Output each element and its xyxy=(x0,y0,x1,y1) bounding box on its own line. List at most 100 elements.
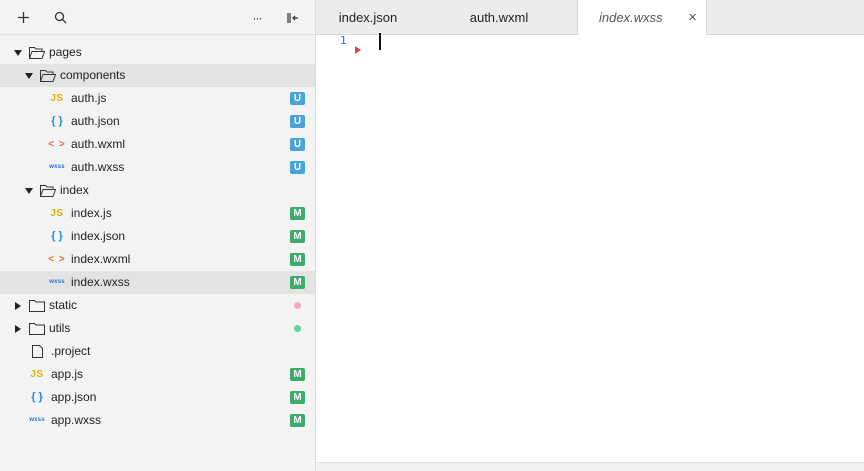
wxss-file-icon: wxss xyxy=(27,409,47,432)
tree-item-label: index.wxml xyxy=(71,252,131,266)
editor-pane: index.json auth.wxml index.wxss × 1 xyxy=(316,0,864,471)
folder-icon xyxy=(29,317,45,340)
tree-folder-static[interactable]: static xyxy=(0,294,315,317)
tree-item-label: index.wxss xyxy=(71,275,130,289)
wxss-icon-text: wxss xyxy=(29,417,45,423)
tree-item-label: pages xyxy=(49,45,82,59)
wxml-file-icon: < > xyxy=(47,133,67,156)
tree-item-label: auth.wxss xyxy=(71,160,125,174)
collapse-all-icon[interactable] xyxy=(281,0,305,35)
tree-item-label: auth.js xyxy=(71,91,107,105)
git-status-badge: M xyxy=(290,207,305,220)
tree-file-index-wxss[interactable]: wxss index.wxss M xyxy=(0,271,315,294)
editor-tab-bar: index.json auth.wxml index.wxss × xyxy=(316,0,864,35)
tree-file--project[interactable]: .project xyxy=(0,340,315,363)
caret-down-icon[interactable] xyxy=(24,186,34,196)
tree-item-label: index xyxy=(60,183,89,197)
js-icon-text: JS xyxy=(30,369,44,380)
tree-item-label: components xyxy=(60,68,126,82)
git-status-badge: M xyxy=(290,414,305,427)
tree-file-index-json[interactable]: { } index.json M xyxy=(0,225,315,248)
tab-label: auth.wxml xyxy=(469,10,529,25)
tree-folder-pages[interactable]: pages xyxy=(0,41,315,64)
more-button[interactable]: ··· xyxy=(245,0,269,35)
wxss-file-icon: wxss xyxy=(47,271,67,294)
tree-file-app-js[interactable]: JS app.js M xyxy=(0,363,315,386)
close-icon[interactable]: × xyxy=(688,0,697,36)
tree-item-label: auth.json xyxy=(71,114,120,128)
tree-file-app-wxss[interactable]: wxss app.wxss M xyxy=(0,409,315,432)
search-icon[interactable] xyxy=(48,0,72,35)
tab-index-json[interactable]: index.json xyxy=(316,0,420,34)
tree-folder-utils[interactable]: utils xyxy=(0,317,315,340)
status-dot xyxy=(294,325,301,332)
git-status-badge: U xyxy=(290,138,305,151)
file-explorer-sidebar: ··· pages components JS auth.js U { } auth.jso… xyxy=(0,0,316,471)
git-status-badge: M xyxy=(290,230,305,243)
wxss-file-icon: wxss xyxy=(47,156,67,179)
git-status-badge: U xyxy=(290,92,305,105)
tree-folder-components[interactable]: components xyxy=(0,64,315,87)
fold-marker-icon xyxy=(355,46,361,54)
tab-label: index.wxss xyxy=(599,10,663,25)
tree-item-label: app.wxss xyxy=(51,413,102,427)
file-icon xyxy=(27,340,47,363)
json-file-icon: { } xyxy=(47,110,67,133)
tree-folder-index[interactable]: index xyxy=(0,179,315,202)
folder-open-icon xyxy=(40,179,56,202)
json-file-icon: { } xyxy=(27,386,47,409)
tab-label: index.json xyxy=(338,10,398,25)
tree-file-auth-wxss[interactable]: wxss auth.wxss U xyxy=(0,156,315,179)
tree-file-auth-js[interactable]: JS auth.js U xyxy=(0,87,315,110)
tree-item-label: .project xyxy=(51,344,91,358)
git-status-badge: U xyxy=(290,115,305,128)
tree-item-label: static xyxy=(49,298,78,312)
explorer-toolbar: ··· xyxy=(0,0,315,35)
text-cursor[interactable] xyxy=(379,33,381,50)
git-status-badge: M xyxy=(290,368,305,381)
status-dot xyxy=(294,302,301,309)
caret-right-icon[interactable] xyxy=(13,301,23,311)
tab-auth-wxml[interactable]: auth.wxml xyxy=(444,0,554,34)
git-status-badge: U xyxy=(290,161,305,174)
git-status-badge: M xyxy=(290,276,305,289)
git-status-badge: M xyxy=(290,391,305,404)
caret-down-icon[interactable] xyxy=(24,71,34,81)
caret-right-icon[interactable] xyxy=(13,324,23,334)
wxml-file-icon: < > xyxy=(47,248,67,271)
tree-item-label: auth.wxml xyxy=(71,137,126,151)
tree-item-label: app.js xyxy=(51,367,84,381)
tree-file-app-json[interactable]: { } app.json M xyxy=(0,386,315,409)
tab-index-wxss[interactable]: index.wxss × xyxy=(577,0,707,35)
caret-down-icon[interactable] xyxy=(13,48,23,58)
wxss-icon-text: wxss xyxy=(49,279,65,285)
json-file-icon: { } xyxy=(47,225,67,248)
folder-open-icon xyxy=(29,41,45,64)
js-file-icon: JS xyxy=(47,87,67,110)
json-icon-text: { } xyxy=(31,391,43,403)
tree-file-index-wxml[interactable]: < > index.wxml M xyxy=(0,248,315,271)
line-number: 1 xyxy=(340,34,347,47)
horizontal-scrollbar[interactable] xyxy=(316,462,864,471)
json-icon-text: { } xyxy=(51,230,63,242)
git-status-badge: M xyxy=(290,253,305,266)
file-tree: pages components JS auth.js U{ } auth.json U < … xyxy=(0,41,315,432)
tree-item-label: app.json xyxy=(51,390,97,404)
json-icon-text: { } xyxy=(51,115,63,127)
tree-item-label: index.js xyxy=(71,206,112,220)
wxss-icon-text: wxss xyxy=(49,164,65,170)
tree-file-auth-wxml[interactable]: < > auth.wxml U xyxy=(0,133,315,156)
wxml-icon-text: < > xyxy=(48,254,66,265)
tree-file-auth-json[interactable]: { } auth.json U xyxy=(0,110,315,133)
js-file-icon: JS xyxy=(47,202,67,225)
tree-item-label: index.json xyxy=(71,229,126,243)
folder-open-icon xyxy=(40,64,56,87)
js-file-icon: JS xyxy=(27,363,47,386)
wxml-icon-text: < > xyxy=(48,139,66,150)
folder-icon xyxy=(29,294,45,317)
plus-icon[interactable] xyxy=(11,0,35,35)
js-icon-text: JS xyxy=(50,208,64,219)
tree-file-index-js[interactable]: JS index.js M xyxy=(0,202,315,225)
tree-item-label: utils xyxy=(49,321,71,335)
js-icon-text: JS xyxy=(50,93,64,104)
